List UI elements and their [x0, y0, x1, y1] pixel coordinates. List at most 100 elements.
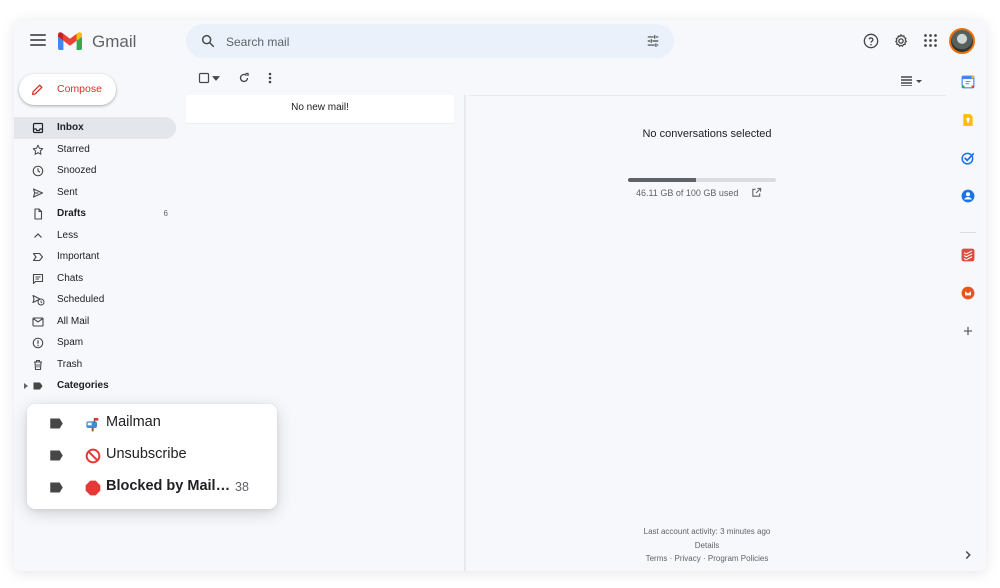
- send-icon: [32, 187, 44, 198]
- sidebar-item-label: Less: [57, 229, 79, 241]
- select-all-checkbox[interactable]: [198, 72, 210, 84]
- label-icon: [50, 450, 63, 461]
- reading-pane: [468, 95, 946, 571]
- label-name: Unsubscribe: [106, 446, 187, 462]
- footer-links: Terms · Privacy · Program Policies: [468, 554, 946, 563]
- chevron-right-icon[interactable]: [961, 548, 975, 562]
- inbox-icon: [32, 122, 44, 134]
- sidebar-item-label: Sent: [57, 186, 78, 198]
- split-pane-icon: [901, 76, 922, 87]
- label-count: 38: [235, 480, 249, 494]
- clock-icon: [32, 165, 44, 177]
- side-panel-rail: [948, 70, 986, 571]
- message-list: No new mail!: [186, 95, 454, 124]
- stop-sign-icon: [85, 480, 101, 496]
- refresh-icon[interactable]: [238, 72, 250, 84]
- sidebar-item-inbox[interactable]: Inbox: [14, 117, 176, 139]
- terms-link[interactable]: Terms: [646, 554, 668, 563]
- help-icon[interactable]: [863, 33, 879, 49]
- sidebar-item-label: Inbox: [57, 122, 84, 133]
- privacy-link[interactable]: Privacy: [675, 554, 701, 563]
- sidebar-item-label: Categories: [57, 380, 109, 391]
- app-name: Gmail: [92, 32, 137, 51]
- sidebar-item-label: Scheduled: [57, 294, 105, 305]
- more-options-icon[interactable]: [268, 72, 272, 84]
- external-link-icon[interactable]: [751, 187, 762, 198]
- sidebar-item-label: Snoozed: [57, 165, 97, 176]
- label-item-blocked[interactable]: Blocked by Mail… 38: [27, 472, 277, 504]
- sidebar-item-chats[interactable]: Chats: [14, 268, 176, 290]
- search-input[interactable]: [224, 31, 628, 53]
- label-item-mailman[interactable]: Mailman: [27, 408, 277, 440]
- compose-label: Compose: [57, 83, 102, 95]
- gmail-logo: [58, 32, 82, 50]
- sidebar-item-important[interactable]: Important: [14, 246, 176, 268]
- prohibited-icon: [85, 448, 101, 464]
- add-icon[interactable]: [961, 324, 975, 338]
- search-options-icon[interactable]: [646, 34, 660, 48]
- draft-icon: [34, 208, 43, 220]
- storage-usage-bar: [628, 178, 776, 182]
- sidebar-item-categories[interactable]: Categories: [14, 375, 176, 397]
- label-name: Mailman: [106, 414, 161, 430]
- label-icon: [50, 482, 63, 493]
- last-activity-text: Last account activity: 3 minutes ago: [643, 527, 771, 536]
- tasks-icon[interactable]: [961, 151, 975, 165]
- empty-list-message: No new mail!: [291, 102, 349, 113]
- label-icon: [50, 418, 63, 429]
- sidebar-item-less[interactable]: Less: [14, 225, 176, 247]
- important-icon: [32, 252, 44, 262]
- account-avatar[interactable]: [949, 28, 975, 54]
- sidebar-item-trash[interactable]: Trash: [14, 354, 176, 376]
- sidebar-item-snoozed[interactable]: Snoozed: [14, 160, 176, 182]
- sidebar-item-all-mail[interactable]: All Mail: [14, 311, 176, 333]
- sidebar-nav: Inbox Starred Snoozed Sent Drafts 6 Less…: [14, 117, 176, 397]
- sidebar-item-starred[interactable]: Starred: [14, 139, 176, 161]
- todoist-icon[interactable]: [961, 248, 975, 262]
- sidebar-item-label: Chats: [57, 272, 84, 284]
- contacts-icon[interactable]: [961, 189, 975, 203]
- mailman-addon-icon[interactable]: [961, 286, 975, 300]
- chevron-up-icon: [34, 232, 42, 238]
- caret-down-icon[interactable]: [212, 76, 220, 81]
- split-pane-toggle[interactable]: [901, 73, 923, 91]
- sidebar-item-label: Important: [57, 251, 100, 262]
- sidebar-item-label: All Mail: [57, 315, 90, 327]
- chat-icon: [32, 273, 44, 284]
- main-menu-icon[interactable]: [30, 34, 46, 48]
- expand-arrow-icon[interactable]: [24, 383, 28, 389]
- spam-icon: [32, 337, 44, 349]
- details-link[interactable]: Details: [695, 541, 719, 550]
- pencil-icon: [31, 84, 43, 96]
- footer-separator: ·: [669, 554, 673, 563]
- apps-grid-icon[interactable]: [923, 33, 938, 48]
- settings-gear-icon[interactable]: [893, 33, 909, 49]
- star-icon: [32, 144, 44, 155]
- drafts-count: 6: [163, 209, 168, 218]
- label-name: Blocked by Mail…: [106, 478, 231, 494]
- sidebar-item-drafts[interactable]: Drafts 6: [14, 203, 176, 225]
- keep-icon[interactable]: [961, 113, 975, 127]
- sidebar-item-sent[interactable]: Sent: [14, 182, 176, 204]
- sidebar-item-label: Starred: [57, 143, 90, 155]
- sidebar-item-scheduled[interactable]: Scheduled: [14, 289, 176, 311]
- scheduled-icon: [32, 294, 45, 306]
- search-bar[interactable]: [186, 24, 674, 58]
- program-policies-link[interactable]: Program Policies: [708, 554, 768, 563]
- mail-icon: [32, 316, 44, 327]
- search-icon[interactable]: [200, 33, 216, 49]
- label-item-unsubscribe[interactable]: Unsubscribe: [27, 440, 277, 472]
- trash-icon: [34, 359, 42, 370]
- mailbox-icon: [86, 418, 99, 432]
- no-selection-message: No conversations selected: [642, 128, 772, 140]
- storage-usage-text: 46.11 GB of 100 GB used: [636, 188, 739, 198]
- pane-divider[interactable]: [464, 95, 466, 571]
- rail-divider: [960, 232, 976, 233]
- list-toolbar: [186, 66, 464, 90]
- compose-button[interactable]: Compose: [19, 74, 116, 105]
- footer-separator: ·: [703, 554, 706, 563]
- sidebar-item-label: Drafts: [57, 208, 86, 219]
- calendar-icon[interactable]: [961, 75, 975, 89]
- sidebar-item-label: Spam: [57, 337, 84, 348]
- sidebar-item-spam[interactable]: Spam: [14, 332, 176, 354]
